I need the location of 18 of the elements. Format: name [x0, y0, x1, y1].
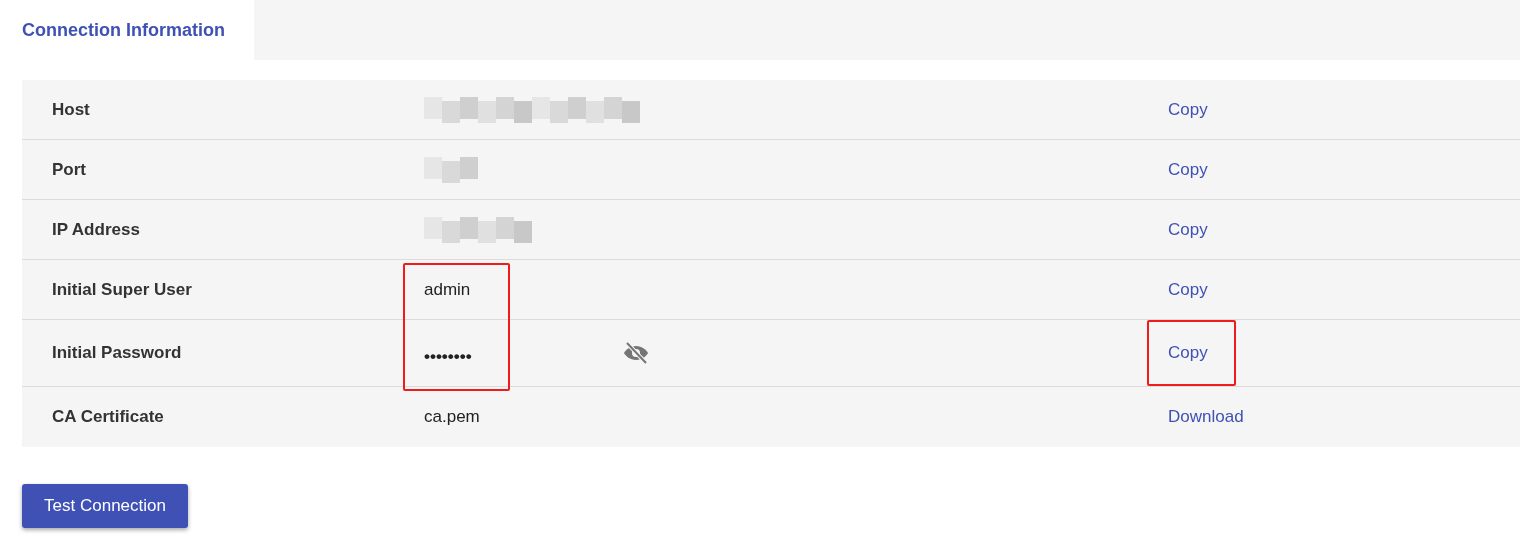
row-label: Initial Super User — [52, 279, 193, 300]
eye-off-icon[interactable] — [621, 341, 650, 365]
action-link[interactable]: Copy — [1168, 219, 1208, 239]
action-link[interactable]: Copy — [1168, 159, 1208, 179]
row-label: Initial Password — [52, 343, 183, 363]
action-link[interactable]: Copy — [1168, 99, 1208, 119]
action-link[interactable]: Download — [1168, 407, 1244, 426]
row-label: Port — [52, 159, 87, 180]
row-value: ca.pem — [424, 407, 480, 427]
row-label: CA Certificate — [52, 407, 165, 427]
row-label: IP Address — [52, 219, 141, 240]
row-label: Host — [52, 99, 91, 120]
tab[interactable]: Connection Information — [0, 0, 254, 60]
masked-password: •••••••• — [424, 347, 472, 367]
test-connection-button[interactable]: Test Connection — [22, 484, 188, 528]
action-link[interactable]: Copy — [1168, 343, 1208, 362]
row-value: admin — [424, 279, 471, 300]
action-link[interactable]: Copy — [1168, 279, 1208, 299]
